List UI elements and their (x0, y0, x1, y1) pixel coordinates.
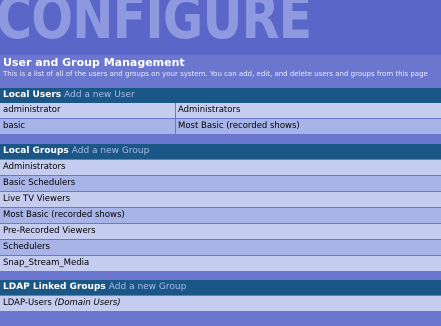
user-row-basic[interactable]: basic Most Basic (recorded shows) (0, 119, 441, 134)
user-row-administrator[interactable]: administrator Administrators (0, 103, 441, 118)
local-users-header: Local Users Add a new User (0, 88, 441, 103)
ldap-group-note: (Domain Users) (54, 298, 121, 308)
group-row[interactable]: Basic Schedulers (0, 176, 441, 191)
local-groups-heading: Local Groups (3, 146, 69, 156)
ldap-group-name[interactable]: LDAP-Users (3, 298, 52, 308)
group-name[interactable]: Snap_Stream_Media (3, 256, 89, 271)
column-divider (175, 119, 176, 134)
user-name[interactable]: basic (3, 119, 25, 134)
page-title: User and Group Management (3, 56, 185, 69)
user-name[interactable]: administrator (3, 103, 61, 118)
group-row[interactable]: Administrators (0, 160, 441, 175)
column-divider (175, 103, 176, 118)
group-row[interactable]: Most Basic (recorded shows) (0, 208, 441, 223)
ldap-groups-heading: LDAP Linked Groups (3, 282, 106, 292)
group-name[interactable]: Most Basic (recorded shows) (3, 208, 125, 223)
group-name[interactable]: Live TV Viewers (3, 192, 70, 207)
banner-word: CONFIGURE (0, 0, 312, 53)
group-row[interactable]: Pre-Recorded Viewers (0, 224, 441, 239)
page-description: This is a list of all of the users and g… (3, 70, 428, 78)
group-name[interactable]: Schedulers (3, 240, 50, 255)
group-row[interactable]: Schedulers (0, 240, 441, 255)
add-user-link[interactable]: Add a new User (61, 90, 135, 100)
local-users-heading: Local Users (3, 90, 62, 100)
configure-banner: CONFIGURE (0, 0, 441, 55)
add-group-link[interactable]: Add a new Group (69, 146, 150, 156)
ldap-group-row[interactable]: LDAP-Users (Domain Users) (0, 296, 441, 311)
ldap-groups-header: LDAP Linked Groups Add a new Group (0, 280, 441, 295)
group-name[interactable]: Administrators (3, 160, 65, 175)
group-row[interactable]: Live TV Viewers (0, 192, 441, 207)
group-row[interactable]: Snap_Stream_Media (0, 256, 441, 271)
add-ldap-group-link[interactable]: Add a new Group (106, 282, 187, 292)
ldap-group-entry[interactable]: LDAP-Users (Domain Users) (3, 296, 121, 311)
group-name[interactable]: Basic Schedulers (3, 176, 75, 191)
user-group: Most Basic (recorded shows) (178, 121, 300, 131)
group-name[interactable]: Pre-Recorded Viewers (3, 224, 96, 239)
user-group: Administrators (178, 105, 241, 115)
local-groups-header: Local Groups Add a new Group (0, 144, 441, 159)
